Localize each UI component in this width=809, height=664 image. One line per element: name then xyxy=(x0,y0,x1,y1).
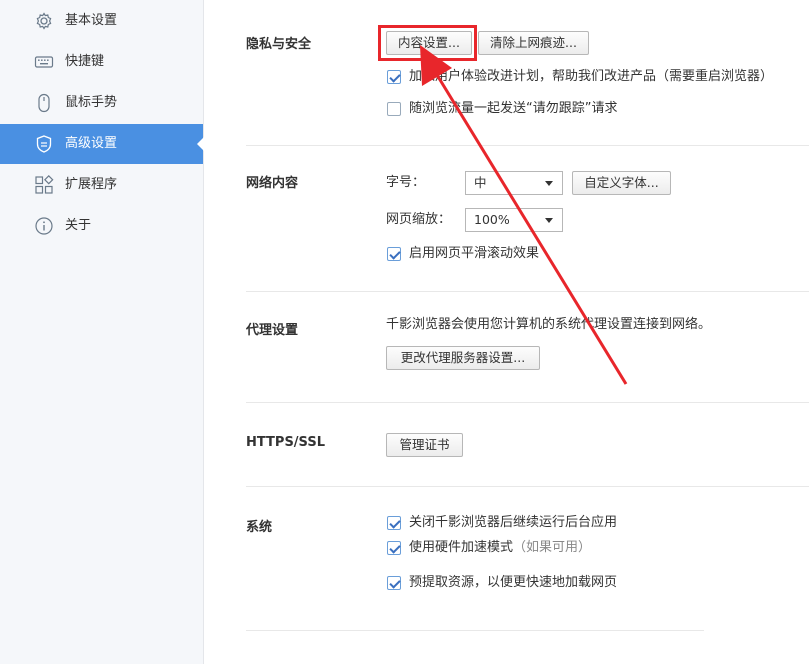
divider xyxy=(246,630,704,631)
annotation-highlight-box xyxy=(378,25,477,61)
chevron-down-icon xyxy=(545,218,553,223)
zoom-label: 网页缩放： xyxy=(386,212,452,227)
section-title-proxy: 代理设置 xyxy=(246,323,299,338)
hardware-acceleration-note: （如果可用） xyxy=(513,540,592,555)
section-title-system: 系统 xyxy=(246,520,273,535)
hardware-acceleration-label: 使用硬件加速模式（如果可用） xyxy=(409,540,591,556)
info-icon xyxy=(35,217,53,235)
custom-font-button[interactable]: 自定义字体... xyxy=(572,171,671,195)
keyboard-icon xyxy=(34,56,54,68)
sidebar-item-basic-settings[interactable]: 基本设置 xyxy=(0,1,203,41)
gear-icon xyxy=(36,12,52,30)
change-proxy-button[interactable]: 更改代理服务器设置... xyxy=(386,346,540,370)
section-title-https: HTTPS/SSL xyxy=(246,435,325,450)
zoom-select[interactable]: 100% xyxy=(465,208,563,232)
divider xyxy=(246,486,809,487)
font-size-label: 字号： xyxy=(386,175,426,190)
mouse-icon xyxy=(38,93,50,113)
prefetch-checkbox[interactable] xyxy=(387,576,401,590)
sidebar-item-mouse-gestures[interactable]: 鼠标手势 xyxy=(0,83,203,123)
shield-icon xyxy=(36,135,52,153)
extensions-icon xyxy=(35,175,54,194)
chevron-down-icon xyxy=(545,181,553,186)
sidebar-item-label: 基本设置 xyxy=(65,13,118,28)
sidebar-item-label: 高级设置 xyxy=(65,136,118,151)
join-program-label: 加入用户体验改进计划，帮助我们改进产品（需要重启浏览器） xyxy=(409,69,774,84)
sidebar-item-label: 关于 xyxy=(65,218,92,233)
section-title-privacy: 隐私与安全 xyxy=(246,37,312,52)
sidebar-item-label: 快捷键 xyxy=(65,54,105,69)
background-apps-checkbox[interactable] xyxy=(387,516,401,530)
section-title-web-content: 网络内容 xyxy=(246,176,299,191)
do-not-track-checkbox[interactable] xyxy=(387,102,401,116)
proxy-description: 千影浏览器会使用您计算机的系统代理设置连接到网络。 xyxy=(386,317,712,332)
font-size-value: 中 xyxy=(474,175,487,190)
sidebar-item-about[interactable]: 关于 xyxy=(0,206,203,246)
do-not-track-label: 随浏览流量一起发送“请勿跟踪”请求 xyxy=(409,101,618,116)
clear-history-button[interactable]: 清除上网痕迹... xyxy=(478,31,589,55)
zoom-value: 100% xyxy=(474,212,510,227)
sidebar-item-label: 鼠标手势 xyxy=(65,95,118,110)
sidebar-item-extensions[interactable]: 扩展程序 xyxy=(0,165,203,205)
sidebar-item-label: 扩展程序 xyxy=(65,177,118,192)
font-size-select[interactable]: 中 xyxy=(465,171,563,195)
sidebar-item-advanced-settings[interactable]: 高级设置 xyxy=(0,124,204,164)
join-program-checkbox[interactable] xyxy=(387,70,401,84)
divider xyxy=(246,291,809,292)
hardware-acceleration-text: 使用硬件加速模式 xyxy=(409,540,514,555)
prefetch-label: 预提取资源，以便更快速地加载网页 xyxy=(409,575,618,590)
background-apps-label: 关闭千影浏览器后继续运行后台应用 xyxy=(409,515,618,530)
manage-certificates-button[interactable]: 管理证书 xyxy=(386,433,463,457)
sidebar-item-shortcuts[interactable]: 快捷键 xyxy=(0,42,203,82)
settings-sidebar: 基本设置 快捷键 鼠标手势 高级设置 扩展程序 关于 xyxy=(0,0,204,664)
smooth-scroll-label: 启用网页平滑滚动效果 xyxy=(409,246,540,261)
divider xyxy=(246,145,809,146)
smooth-scroll-checkbox[interactable] xyxy=(387,247,401,261)
divider xyxy=(246,402,809,403)
hardware-acceleration-checkbox[interactable] xyxy=(387,541,401,555)
